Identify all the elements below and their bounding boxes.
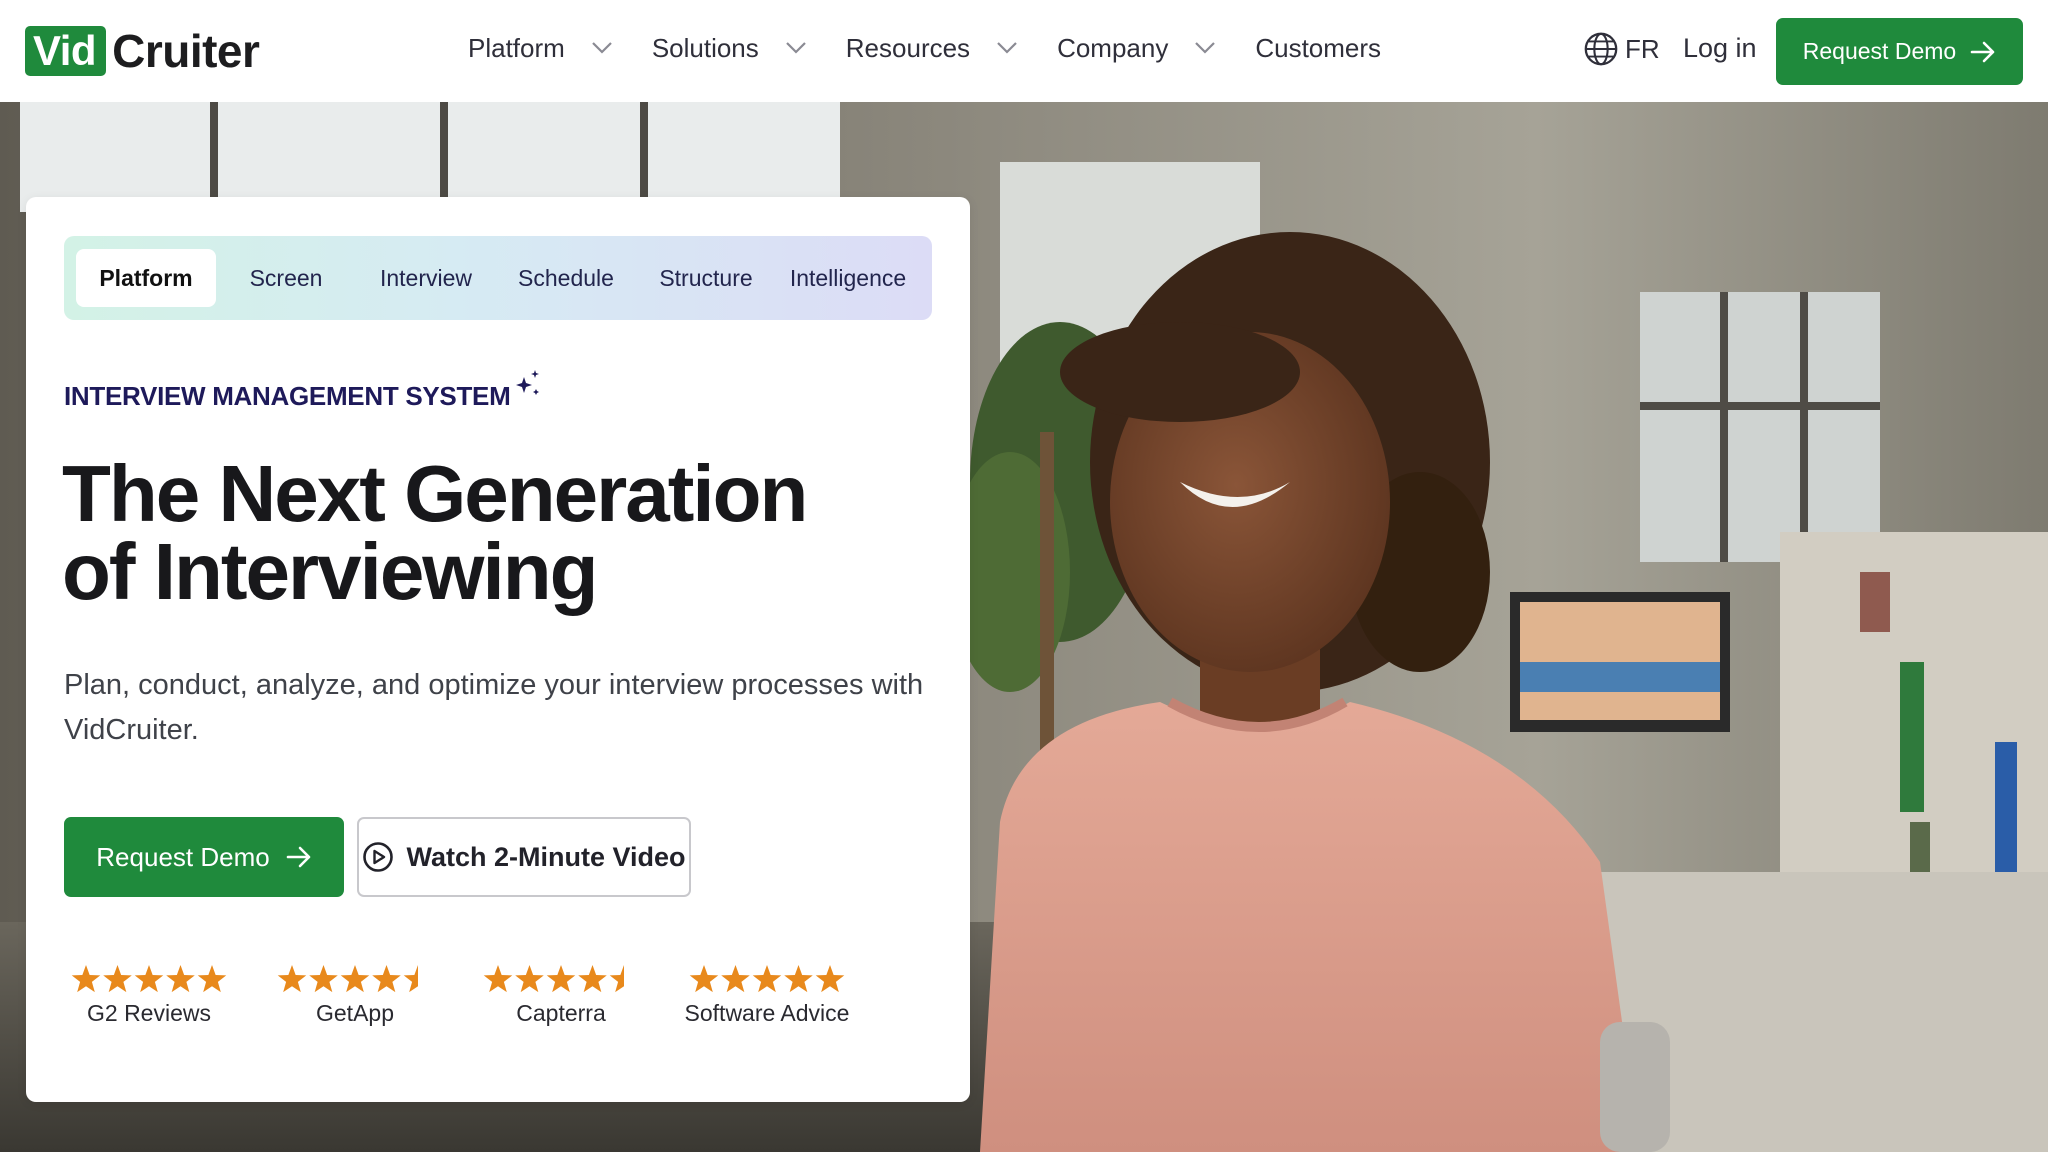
hero-request-demo-label: Request Demo [96,841,270,872]
rating-getapp[interactable]: GetApp [270,963,440,1027]
rating-capterra[interactable]: Capterra [476,963,646,1027]
rating-software-advice[interactable]: Software Advice [682,963,852,1027]
tab-schedule[interactable]: Schedule [496,249,636,307]
star-icon [578,965,607,993]
nav-label: Resources [845,32,971,63]
nav-item-customers[interactable]: Customers [1255,33,1381,64]
nav-item-company[interactable]: Company [1057,33,1216,64]
site-header: Vid Cruiter Platform Solutions Resources… [0,0,2048,102]
hero-headline: The Next Generation of Interviewing [62,454,922,612]
star-icon [483,965,513,993]
star-icon [166,965,195,993]
request-demo-button[interactable]: Request Demo [1776,18,2023,85]
play-circle-icon [363,842,394,872]
arrow-right-icon [286,846,311,868]
nav-item-resources[interactable]: Resources [846,33,1018,64]
headline-line-1: The Next Generation [62,449,808,538]
rating-label: Capterra [516,1000,606,1026]
eyebrow-heading: INTERVIEW MANAGEMENT SYSTEM [64,370,542,412]
rating-label: Software Advice [684,1000,850,1026]
tab-intelligence[interactable]: Intelligence [776,249,920,307]
nav-label: Solutions [651,32,759,63]
arrow-right-icon [1970,41,1995,62]
star-rating-icon [689,965,845,993]
star-icon [784,965,813,993]
tab-screen[interactable]: Screen [216,249,356,307]
rating-label: G2 Reviews [87,1000,211,1026]
star-icon [71,965,101,993]
star-icon [340,965,370,993]
login-link[interactable]: Log in [1683,33,1757,64]
star-icon [546,965,576,993]
chevron-down-icon [786,42,806,54]
product-tabs: Platform Screen Interview Schedule Struc… [64,236,932,320]
star-rating-icon [277,965,418,993]
headline-line-2: of Interviewing [62,527,598,616]
chevron-down-icon [997,42,1017,54]
star-icon [609,965,624,993]
logo-vid-mark: Vid [25,26,107,76]
star-icon [815,965,845,993]
nav-item-solutions[interactable]: Solutions [652,33,807,64]
sparkle-icon [516,370,540,395]
star-icon [309,965,338,993]
tab-interview[interactable]: Interview [356,249,496,307]
review-ratings: G2 Reviews GetApp Capterra Software Advi… [64,963,924,1033]
nav-item-platform[interactable]: Platform [468,33,613,64]
eyebrow-text: INTERVIEW MANAGEMENT SYSTEM [64,381,511,411]
globe-icon [1584,32,1618,66]
star-icon [134,965,164,993]
vidcruiter-logo[interactable]: Vid Cruiter [25,25,260,77]
hero-subtext: Plan, conduct, analyze, and optimize you… [64,669,924,746]
star-rating-icon [483,965,624,993]
watch-video-label: Watch 2-Minute Video [406,841,686,872]
logo-wordmark: Cruiter [112,25,260,77]
rating-g2[interactable]: G2 Reviews [64,963,234,1027]
main-nav: Platform Solutions Resources Company Cus… [468,26,1381,70]
nav-label: Customers [1255,32,1382,63]
request-demo-label: Request Demo [1802,38,1957,64]
nav-label: Platform [468,32,565,63]
star-icon [515,965,544,993]
star-icon [277,965,307,993]
language-switcher[interactable]: FR [1582,30,1660,68]
language-label: FR [1625,33,1660,64]
star-icon [689,965,719,993]
nav-label: Company [1057,32,1169,63]
star-rating-icon [71,965,227,993]
star-icon [103,965,132,993]
watch-video-button[interactable]: Watch 2-Minute Video [357,817,691,897]
tab-structure[interactable]: Structure [636,249,776,307]
chevron-down-icon [1195,42,1216,54]
rating-label: GetApp [316,1000,394,1026]
chevron-down-icon [592,42,612,54]
tab-platform[interactable]: Platform [76,249,216,307]
hero-card: Platform Screen Interview Schedule Struc… [26,197,970,1102]
star-icon [197,965,227,993]
star-icon [721,965,750,993]
star-icon [752,965,782,993]
star-icon [372,965,401,993]
star-icon [403,965,418,993]
hero-request-demo-button[interactable]: Request Demo [64,817,344,897]
